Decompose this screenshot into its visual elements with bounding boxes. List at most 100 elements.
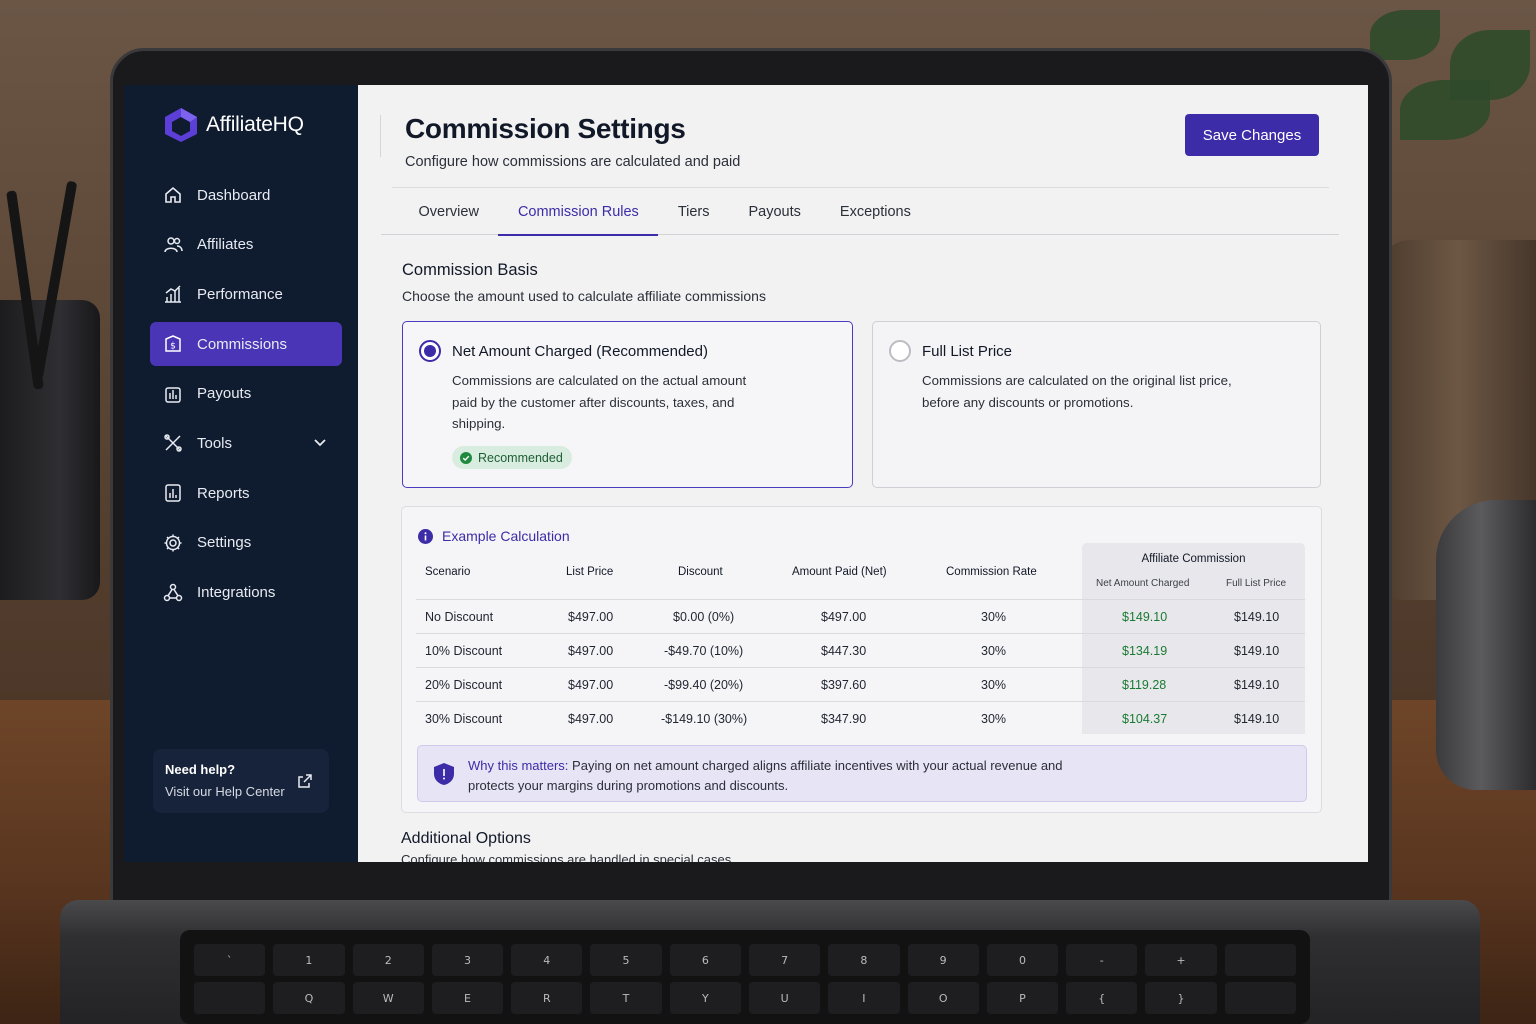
sidebar-item-label: Dashboard: [197, 186, 271, 204]
example-header: Example Calculation: [418, 528, 570, 544]
cell-list-price: $497.00: [568, 712, 614, 726]
tab-overview[interactable]: Overview: [399, 189, 498, 235]
sidebar-item-payouts[interactable]: Payouts: [150, 372, 342, 416]
sidebar-item-label: Reports: [197, 484, 250, 502]
cell-rate: 30%: [981, 712, 1007, 726]
sidebar-item-label: Integrations: [197, 584, 276, 601]
option-title: Full List Price: [922, 343, 1013, 360]
sidebar-item-commissions[interactable]: $ Commissions: [150, 322, 342, 367]
cell-scenario: No Discount: [425, 610, 494, 624]
external-link-icon: [298, 774, 312, 788]
divider: [392, 187, 1329, 188]
tab-tiers[interactable]: Tiers: [658, 189, 729, 235]
help-title: Need help?: [165, 762, 236, 777]
chevron-down-icon[interactable]: [312, 434, 328, 450]
tab-commission-rules[interactable]: Commission Rules: [498, 189, 659, 236]
sidebar-item-performance[interactable]: Performance: [150, 272, 342, 316]
gear-icon: [162, 532, 184, 554]
sidebar-item-reports[interactable]: Reports: [150, 471, 342, 515]
option-full-list-price[interactable]: Full List Price Commissions are calculat…: [872, 321, 1321, 488]
tab-bar: Overview Commission Rules Tiers Payouts …: [381, 189, 1339, 236]
app-window: AffiliateHQ Dashboard Affiliates Perform…: [124, 85, 1368, 862]
sidebar: AffiliateHQ Dashboard Affiliates Perform…: [124, 85, 358, 862]
badge-label: Recommended: [478, 450, 563, 465]
table-row: 10% Discount $497.00 -$49.70 (10%) $447.…: [416, 633, 1305, 667]
col-header-scenario: Scenario: [425, 566, 471, 578]
cell-scenario: 10% Discount: [425, 644, 503, 658]
info-icon: [418, 528, 433, 544]
page-subtitle: Configure how commissions are calculated…: [405, 154, 741, 170]
cell-net-commission: $149.10: [1122, 610, 1168, 624]
coffee-mug: [1436, 500, 1536, 790]
check-circle-icon: [460, 451, 472, 464]
sidebar-item-label: Tools: [197, 434, 233, 452]
option-net-amount[interactable]: Net Amount Charged (Recommended) Commiss…: [402, 321, 853, 488]
help-center-link[interactable]: Visit our Help Center: [165, 784, 317, 799]
cell-full-commission: $149.10: [1234, 678, 1280, 692]
cell-amount-paid: $447.30: [821, 644, 867, 658]
header-divider: [380, 115, 381, 157]
cell-net-commission: $134.19: [1122, 644, 1168, 658]
radio-full-list-price[interactable]: [889, 340, 911, 362]
section-subtitle: Choose the amount used to calculate affi…: [402, 288, 766, 304]
col-header-amount-paid: Amount Paid (Net): [792, 566, 887, 578]
keyboard: ` 1 2 3 4 5 6 7 8 9 0- + Q W E R T Y U I O P{}: [180, 930, 1310, 1024]
radio-net-amount[interactable]: [419, 340, 441, 362]
cell-full-commission: $149.10: [1234, 712, 1280, 726]
cell-discount: -$49.70 (10%): [664, 644, 744, 658]
cell-scenario: 20% Discount: [425, 678, 503, 692]
sidebar-item-integrations[interactable]: Integrations: [150, 571, 342, 615]
shield-icon: [434, 763, 454, 785]
section-title: Commission Basis: [402, 261, 538, 279]
pen-holder: [0, 180, 100, 600]
option-title: Net Amount Charged (Recommended): [452, 343, 708, 360]
sidebar-item-dashboard[interactable]: Dashboard: [150, 173, 342, 217]
option-description: Commissions are calculated on the origin…: [922, 373, 1232, 410]
option-description: Commissions are calculated on the actual…: [452, 373, 747, 431]
sidebar-item-settings[interactable]: Settings: [150, 521, 342, 565]
svg-text:$: $: [170, 342, 176, 352]
sidebar-item-label: Affiliates: [197, 236, 254, 254]
table-row: 30% Discount $497.00 -$149.10 (30%) $347…: [416, 701, 1305, 735]
brand[interactable]: AffiliateHQ: [164, 107, 304, 143]
sidebar-item-label: Settings: [197, 534, 252, 552]
sidebar-item-tools[interactable]: Tools: [150, 421, 342, 465]
cell-list-price: $497.00: [568, 678, 614, 692]
commission-group-header: Affiliate Commission: [1141, 553, 1246, 565]
payouts-icon: [162, 383, 184, 405]
sidebar-item-label: Performance: [197, 285, 283, 303]
integrations-icon: [162, 582, 184, 604]
col-header-net: Net Amount Charged: [1096, 578, 1190, 589]
home-icon: [162, 184, 184, 206]
cell-list-price: $497.00: [568, 644, 614, 658]
cell-full-commission: $149.10: [1234, 610, 1280, 624]
why-label: Why this matters:: [468, 758, 569, 773]
cell-rate: 30%: [981, 644, 1007, 658]
bar-chart-icon: [162, 283, 184, 305]
cell-discount: -$149.10 (30%): [661, 712, 748, 726]
table-row: 20% Discount $497.00 -$99.40 (20%) $397.…: [416, 667, 1305, 701]
help-center-card[interactable]: Need help? Visit our Help Center: [153, 749, 329, 813]
cell-rate: 30%: [981, 678, 1007, 692]
why-text: Why this matters: Paying on net amount c…: [468, 756, 1108, 796]
sidebar-item-label: Commissions: [197, 335, 288, 353]
save-changes-button[interactable]: Save Changes: [1185, 114, 1319, 156]
users-icon: [162, 234, 184, 256]
recommended-badge: Recommended: [452, 446, 572, 469]
additional-options-subtitle: Configure how commissions are handled in…: [401, 852, 735, 862]
cell-rate: 30%: [981, 610, 1007, 624]
tab-payouts[interactable]: Payouts: [729, 189, 820, 235]
col-header-full: Full List Price: [1226, 578, 1287, 589]
col-header-discount: Discount: [678, 566, 723, 578]
cell-full-commission: $149.10: [1234, 644, 1280, 658]
additional-options-title: Additional Options: [401, 830, 531, 847]
sidebar-item-affiliates[interactable]: Affiliates: [150, 223, 342, 267]
cell-amount-paid: $497.00: [821, 610, 867, 624]
col-header-commission-rate: Commission Rate: [946, 566, 1037, 578]
sidebar-item-label: Payouts: [197, 385, 252, 403]
sidebar-nav: Dashboard Affiliates Performance $ Commi…: [150, 173, 342, 620]
example-calculation-card: Example Calculation Affiliate Commission…: [401, 506, 1322, 813]
cell-amount-paid: $397.60: [821, 678, 867, 692]
dollar-tag-icon: $: [162, 333, 184, 355]
tab-exceptions[interactable]: Exceptions: [820, 189, 930, 235]
